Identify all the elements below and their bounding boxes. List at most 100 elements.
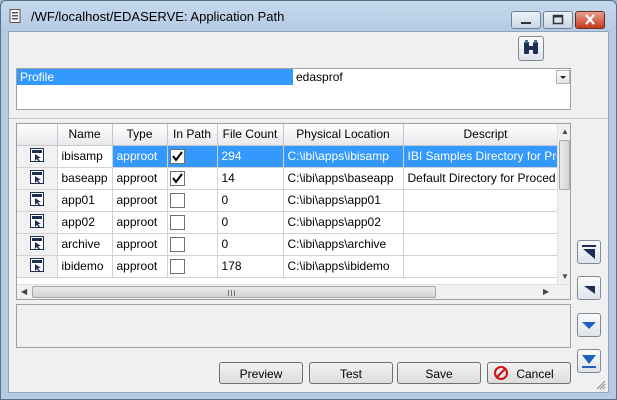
column-header-name[interactable]: Name bbox=[57, 124, 113, 146]
move-bottom-icon bbox=[582, 355, 596, 368]
scroll-up-icon[interactable]: ▲ bbox=[561, 127, 569, 137]
cell-file-count[interactable]: 294 bbox=[217, 145, 284, 168]
horizontal-scroll-thumb[interactable] bbox=[32, 286, 436, 298]
profile-label[interactable]: Profile bbox=[17, 69, 293, 85]
row-header[interactable] bbox=[17, 211, 58, 234]
table-row[interactable]: baseapp approot 14 C:\ibi\apps\baseapp Defau… bbox=[17, 167, 570, 190]
column-header-description[interactable]: Descript bbox=[403, 124, 570, 146]
move-down-button[interactable] bbox=[577, 313, 601, 337]
title-bar[interactable]: /WF/localhost/EDASERVE: Application Path bbox=[1, 1, 616, 31]
application-path-window: /WF/localhost/EDASERVE: Application Path… bbox=[0, 0, 617, 400]
profile-property-grid: Profile edasprof bbox=[16, 68, 571, 110]
resize-grip-icon[interactable] bbox=[596, 380, 606, 390]
cell-description[interactable] bbox=[403, 211, 570, 234]
row-arrow-icon bbox=[29, 191, 44, 206]
row-arrow-icon bbox=[29, 235, 44, 250]
cell-name[interactable]: app01 bbox=[57, 189, 113, 212]
maximize-button[interactable] bbox=[543, 11, 573, 29]
column-header-type[interactable]: Type bbox=[112, 124, 168, 146]
cell-description[interactable] bbox=[403, 255, 570, 278]
save-button[interactable]: Save bbox=[397, 362, 481, 384]
vertical-scroll-thumb[interactable] bbox=[559, 140, 570, 190]
move-top-button[interactable] bbox=[577, 240, 601, 264]
cell-file-count[interactable]: 14 bbox=[217, 167, 284, 190]
profile-value[interactable]: edasprof bbox=[294, 69, 556, 85]
cell-file-count[interactable]: 0 bbox=[217, 233, 284, 256]
grip-icon bbox=[228, 290, 235, 296]
scroll-right-icon[interactable]: ▶ bbox=[543, 287, 549, 297]
column-header-in-path[interactable]: In Path bbox=[167, 124, 218, 146]
cell-type[interactable]: approot bbox=[112, 233, 168, 256]
table-row[interactable]: app02 approot 0 C:\ibi\apps\app02 bbox=[17, 211, 570, 234]
cancel-button[interactable]: Cancel bbox=[487, 362, 571, 384]
cell-physical-location[interactable]: C:\ibi\apps\ibisamp bbox=[283, 145, 404, 168]
cell-physical-location[interactable]: C:\ibi\apps\baseapp bbox=[283, 167, 404, 190]
cell-description[interactable]: IBI Samples Directory for Proc bbox=[403, 145, 570, 168]
move-up-button[interactable] bbox=[577, 276, 601, 300]
cell-type[interactable]: approot bbox=[112, 189, 168, 212]
in-path-checkbox[interactable] bbox=[169, 192, 185, 208]
test-button[interactable]: Test bbox=[309, 362, 393, 384]
cell-description[interactable] bbox=[403, 233, 570, 256]
cell-name[interactable]: ibisamp bbox=[57, 145, 113, 168]
cell-name[interactable]: app02 bbox=[57, 211, 113, 234]
column-header-physical-location[interactable]: Physical Location bbox=[283, 124, 404, 146]
table-row[interactable]: archive approot 0 C:\ibi\apps\archive bbox=[17, 233, 570, 256]
cell-type[interactable]: approot bbox=[112, 145, 168, 168]
cell-in-path bbox=[167, 211, 218, 234]
cell-type[interactable]: approot bbox=[112, 255, 168, 278]
find-button[interactable] bbox=[518, 36, 544, 61]
preview-button[interactable]: Preview bbox=[219, 362, 303, 384]
table-row[interactable]: ibisamp approot 294 C:\ibi\apps\ibisamp IBI … bbox=[17, 145, 570, 168]
move-top-icon bbox=[582, 245, 596, 259]
cell-file-count[interactable]: 178 bbox=[217, 255, 284, 278]
cell-name[interactable]: archive bbox=[57, 233, 113, 256]
checkmark-icon bbox=[171, 151, 183, 162]
in-path-checkbox[interactable] bbox=[169, 214, 185, 230]
row-header[interactable] bbox=[17, 255, 58, 278]
cell-in-path bbox=[167, 233, 218, 256]
scroll-left-icon[interactable]: ◀ bbox=[21, 287, 27, 297]
binoculars-icon bbox=[524, 40, 538, 54]
cell-type[interactable]: approot bbox=[112, 167, 168, 190]
in-path-checkbox[interactable] bbox=[169, 236, 185, 252]
column-header-file-count[interactable]: File Count bbox=[217, 124, 284, 146]
document-icon bbox=[9, 9, 21, 23]
table-header-row: Name Type In Path File Count Physical Lo… bbox=[17, 124, 570, 146]
table-row[interactable]: app01 approot 0 C:\ibi\apps\app01 bbox=[17, 189, 570, 212]
cell-description[interactable]: Default Directory for Proced bbox=[403, 167, 570, 190]
cell-file-count[interactable]: 0 bbox=[217, 189, 284, 212]
in-path-checkbox[interactable] bbox=[169, 148, 185, 164]
row-arrow-icon bbox=[29, 213, 44, 228]
row-arrow-icon bbox=[29, 147, 44, 162]
cell-physical-location[interactable]: C:\ibi\apps\app01 bbox=[283, 189, 404, 212]
cell-name[interactable]: baseapp bbox=[57, 167, 113, 190]
row-header[interactable] bbox=[17, 167, 58, 190]
close-icon bbox=[585, 14, 595, 25]
profile-dropdown-button[interactable] bbox=[556, 70, 570, 84]
vertical-scrollbar[interactable]: ▲ ▼ bbox=[557, 124, 570, 284]
cell-type[interactable]: approot bbox=[112, 211, 168, 234]
row-header[interactable] bbox=[17, 233, 58, 256]
horizontal-scrollbar[interactable]: ◀ ▶ bbox=[17, 284, 570, 299]
message-area bbox=[16, 304, 571, 348]
cell-physical-location[interactable]: C:\ibi\apps\archive bbox=[283, 233, 404, 256]
move-bottom-button[interactable] bbox=[577, 349, 601, 373]
row-header[interactable] bbox=[17, 145, 58, 168]
cell-file-count[interactable]: 0 bbox=[217, 211, 284, 234]
cell-description[interactable] bbox=[403, 189, 570, 212]
cell-name[interactable]: ibidemo bbox=[57, 255, 113, 278]
scroll-down-icon[interactable]: ▼ bbox=[561, 272, 569, 282]
table-row[interactable]: ibidemo approot 178 C:\ibi\apps\ibidemo bbox=[17, 255, 570, 278]
row-header[interactable] bbox=[17, 189, 58, 212]
minimize-button[interactable] bbox=[511, 11, 541, 29]
chevron-down-icon bbox=[560, 76, 566, 79]
in-path-checkbox[interactable] bbox=[169, 170, 185, 186]
divider bbox=[9, 118, 608, 119]
cell-physical-location[interactable]: C:\ibi\apps\ibidemo bbox=[283, 255, 404, 278]
in-path-checkbox[interactable] bbox=[169, 258, 185, 274]
cell-physical-location[interactable]: C:\ibi\apps\app02 bbox=[283, 211, 404, 234]
table-body: ibisamp approot 294 C:\ibi\apps\ibisamp IBI … bbox=[17, 145, 570, 278]
cell-in-path bbox=[167, 145, 218, 168]
close-button[interactable] bbox=[575, 11, 605, 29]
